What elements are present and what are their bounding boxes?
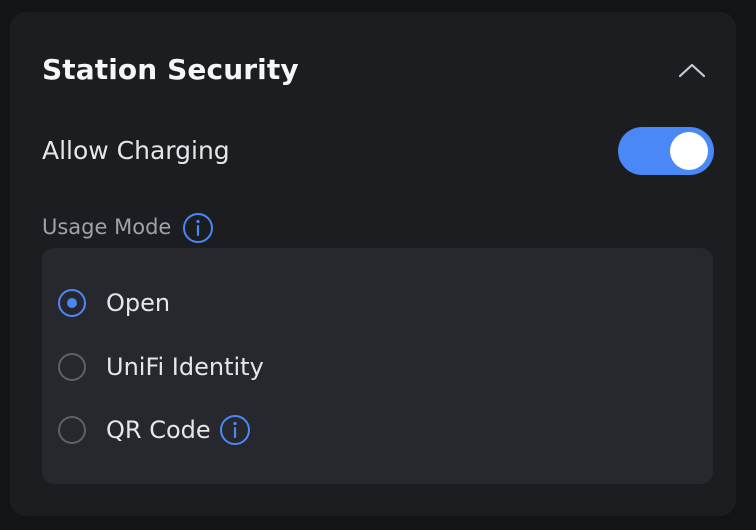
- option-label: QR Code: [106, 416, 211, 444]
- option-unifi-identity[interactable]: UniFi Identity: [58, 347, 264, 387]
- qr-code-info-icon[interactable]: [219, 414, 251, 446]
- allow-charging-label: Allow Charging: [42, 136, 230, 165]
- panel-title: Station Security: [42, 53, 299, 86]
- usage-mode-info-icon[interactable]: [182, 212, 214, 244]
- radio-unifi-identity[interactable]: [58, 353, 86, 381]
- option-label: Open: [106, 289, 171, 317]
- chevron-up-icon: [678, 63, 706, 78]
- option-open[interactable]: Open: [58, 283, 170, 323]
- radio-qr-code[interactable]: [58, 416, 86, 444]
- radio-open[interactable]: [58, 289, 86, 317]
- option-label: UniFi Identity: [106, 353, 264, 381]
- usage-mode-options: Open UniFi Identity QR Code: [42, 248, 713, 484]
- collapse-button[interactable]: [672, 56, 712, 86]
- station-security-panel: Station Security Allow Charging Usage Mo…: [10, 12, 736, 516]
- toggle-knob: [670, 132, 708, 170]
- option-qr-code[interactable]: QR Code: [58, 410, 251, 450]
- allow-charging-toggle[interactable]: [618, 127, 714, 175]
- usage-mode-label: Usage Mode: [42, 215, 172, 239]
